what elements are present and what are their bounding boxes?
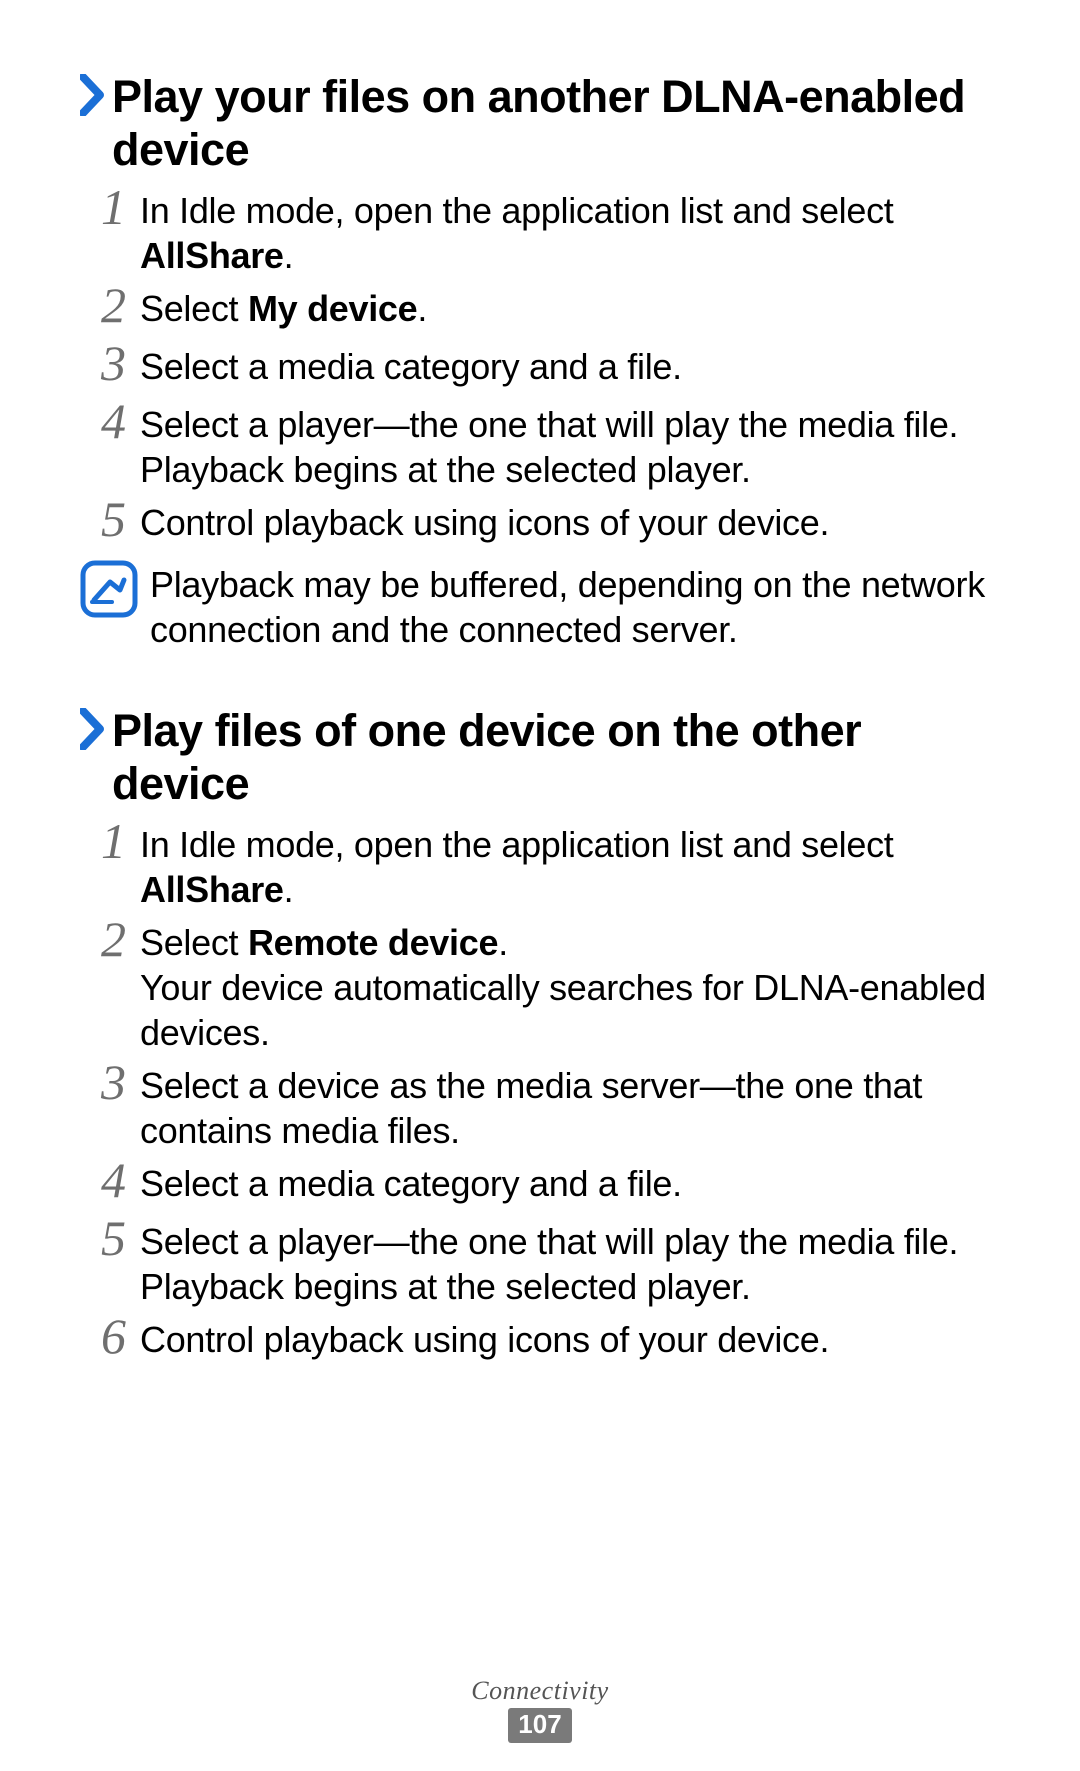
step-text: In Idle mode, open the application list …	[140, 188, 1000, 278]
section-heading-2: Play files of one device on the other de…	[80, 704, 1000, 810]
step-2-3: 3 Select a device as the media server—th…	[80, 1063, 1000, 1153]
step-number: 2	[80, 914, 126, 964]
step-2-1: 1 In Idle mode, open the application lis…	[80, 822, 1000, 912]
step-text: Select a media category and a file.	[140, 344, 1000, 389]
section-heading-1-text: Play your files on another DLNA-enabled …	[112, 70, 1000, 176]
page-footer: Connectivity 107	[0, 1676, 1080, 1743]
note-icon	[80, 560, 140, 623]
step-2-6: 6 Control playback using icons of your d…	[80, 1317, 1000, 1367]
step-text: Select a player—the one that will play t…	[140, 1219, 1000, 1309]
section-heading-2-text: Play files of one device on the other de…	[112, 704, 1000, 810]
step-number: 3	[80, 1057, 126, 1107]
step-number: 1	[80, 182, 126, 232]
step-text: Select a player—the one that will play t…	[140, 402, 1000, 492]
step-text: Select a media category and a file.	[140, 1161, 1000, 1206]
page-number: 107	[508, 1708, 571, 1743]
step-1-4: 4 Select a player—the one that will play…	[80, 402, 1000, 492]
chevron-right-icon	[80, 74, 106, 127]
note-text: Playback may be buffered, depending on t…	[150, 560, 1000, 652]
step-text: Select a device as the media server—the …	[140, 1063, 1000, 1153]
manual-page: Play your files on another DLNA-enabled …	[0, 0, 1080, 1771]
step-1-3: 3 Select a media category and a file.	[80, 344, 1000, 394]
step-number: 6	[80, 1311, 126, 1361]
step-2-5: 5 Select a player—the one that will play…	[80, 1219, 1000, 1309]
step-number: 4	[80, 396, 126, 446]
step-2-2: 2 Select Remote device.Your device autom…	[80, 920, 1000, 1055]
step-number: 5	[80, 1213, 126, 1263]
step-number: 1	[80, 816, 126, 866]
step-number: 3	[80, 338, 126, 388]
step-1-2: 2 Select My device.	[80, 286, 1000, 336]
section-heading-1: Play your files on another DLNA-enabled …	[80, 70, 1000, 176]
step-number: 4	[80, 1155, 126, 1205]
chevron-right-icon	[80, 708, 106, 761]
step-number: 2	[80, 280, 126, 330]
step-1-1: 1 In Idle mode, open the application lis…	[80, 188, 1000, 278]
step-text: Select Remote device.Your device automat…	[140, 920, 1000, 1055]
note-1: Playback may be buffered, depending on t…	[80, 560, 1000, 652]
step-1-5: 5 Control playback using icons of your d…	[80, 500, 1000, 550]
step-text: Control playback using icons of your dev…	[140, 500, 1000, 545]
step-text: Select My device.	[140, 286, 1000, 331]
step-text: Control playback using icons of your dev…	[140, 1317, 1000, 1362]
step-text: In Idle mode, open the application list …	[140, 822, 1000, 912]
footer-section-name: Connectivity	[0, 1676, 1080, 1706]
step-2-4: 4 Select a media category and a file.	[80, 1161, 1000, 1211]
step-number: 5	[80, 494, 126, 544]
